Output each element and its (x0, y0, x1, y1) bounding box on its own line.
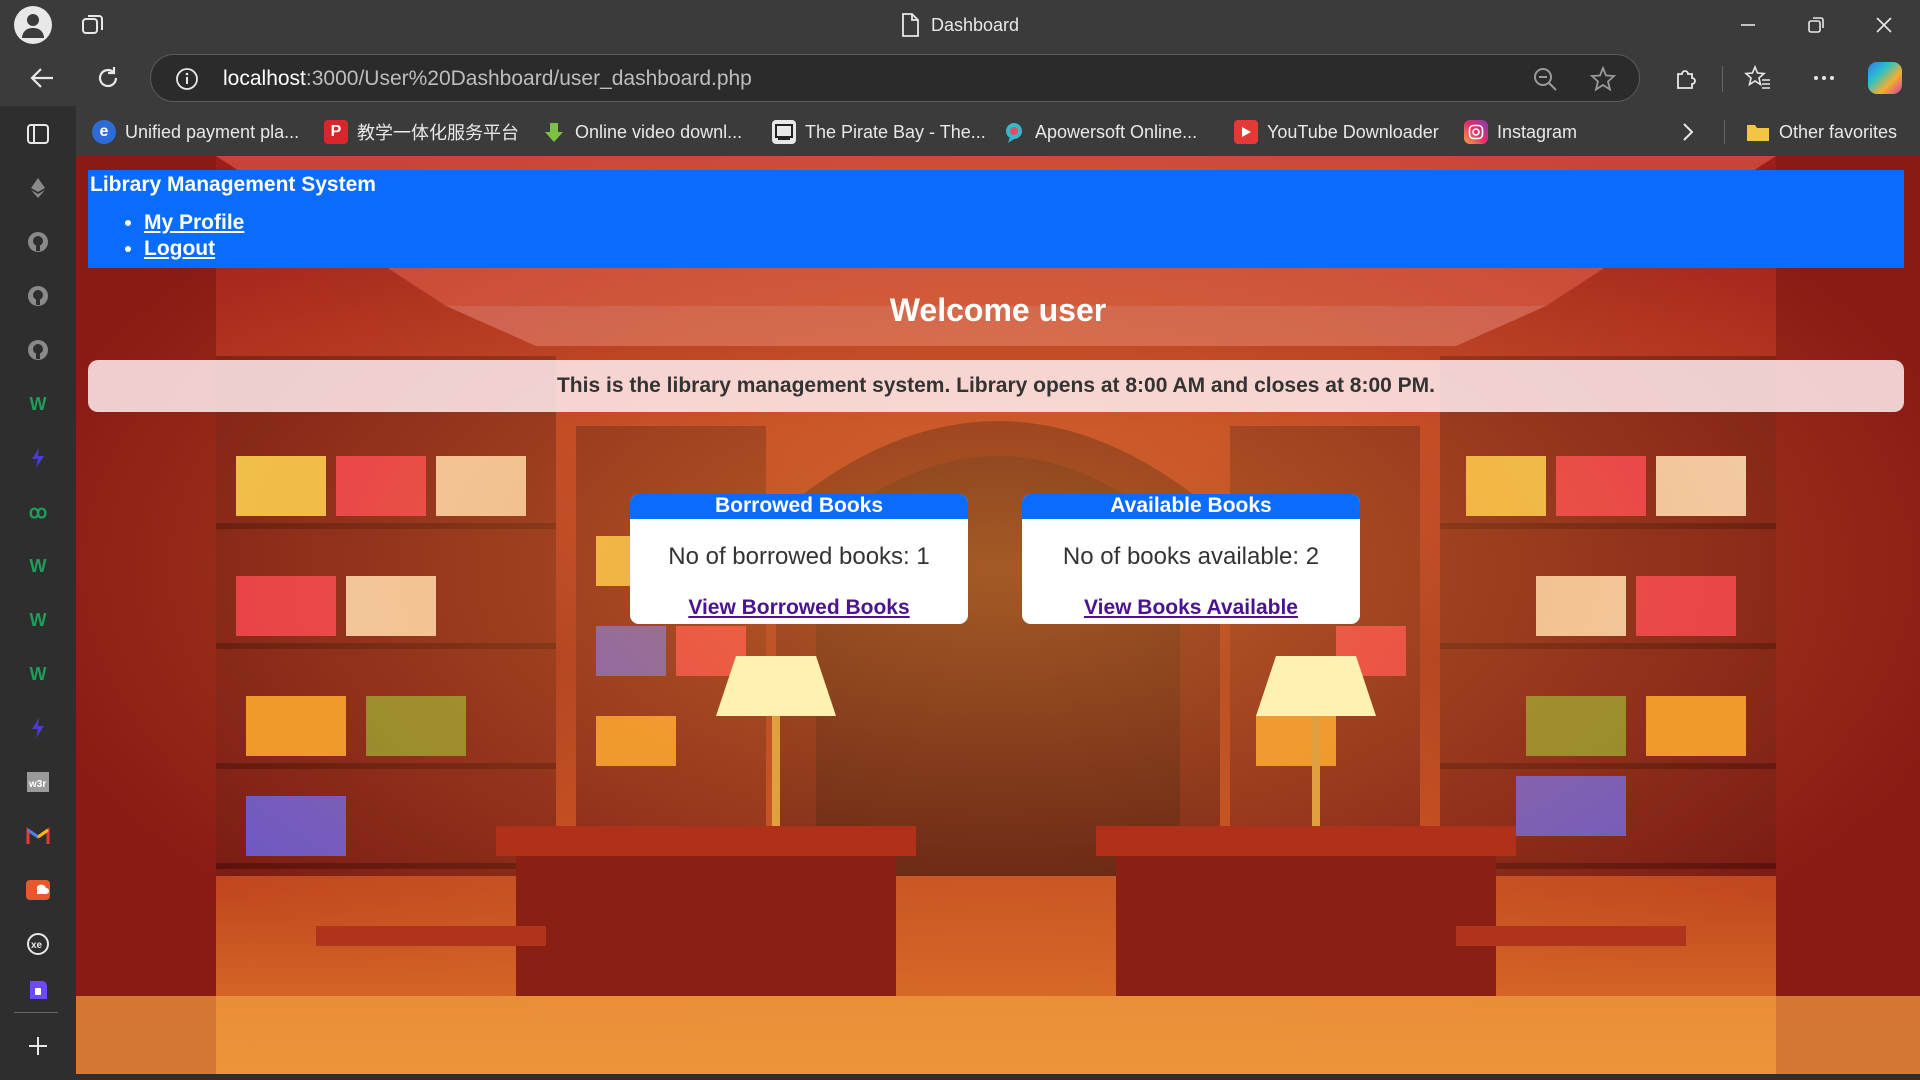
folder-icon (1746, 120, 1770, 144)
w-icon[interactable]: W (24, 606, 52, 634)
ethereum-icon[interactable] (24, 174, 52, 202)
pirate-ship-icon (772, 120, 796, 144)
card-title: Borrowed Books (630, 494, 968, 519)
proton-icon[interactable] (24, 976, 52, 1004)
minimize-button[interactable] (1720, 5, 1776, 45)
window-title: Dashboard (930, 14, 1020, 35)
zoom-icon[interactable] (1531, 65, 1559, 93)
library-info-text: This is the library management system. L… (556, 374, 1436, 397)
add-icon[interactable] (24, 1032, 52, 1060)
soundcloud-icon[interactable] (24, 876, 52, 904)
sidebar-divider (14, 1012, 58, 1013)
browser-sidebar: W ꝏ W W W w3r xe (0, 106, 76, 1080)
address-bar[interactable]: localhost:3000/User%20Dashboard/user_das… (150, 54, 1640, 102)
download-arrow-icon (542, 120, 566, 144)
copilot-icon[interactable] (1868, 62, 1902, 94)
favorite-label: YouTube Downloader (1267, 121, 1439, 142)
puzzle-icon (1677, 70, 1696, 89)
toolbar-divider (1722, 66, 1723, 92)
nav-item-profile: My Profile (144, 210, 244, 236)
favorite-link[interactable]: e Unified payment pla... (92, 118, 299, 146)
w3r-icon[interactable]: w3r (24, 768, 52, 796)
github-icon[interactable] (24, 282, 52, 310)
github-icon[interactable] (24, 228, 52, 256)
back-arrow-icon (30, 68, 53, 88)
borrowed-count-text: No of borrowed books: 1 (668, 543, 930, 570)
w-icon[interactable]: W (24, 660, 52, 688)
favorite-link[interactable]: P 教学一体化服务平台 (324, 118, 519, 146)
svg-text:xe: xe (31, 940, 43, 951)
favorites-button[interactable] (1740, 60, 1776, 96)
chevron-right-icon[interactable] (1676, 120, 1700, 144)
restore-button[interactable] (1788, 5, 1844, 45)
favorites-divider (1724, 120, 1725, 144)
nav-item-logout: Logout (144, 236, 244, 262)
view-books-available-link[interactable]: View Books Available (1084, 596, 1298, 620)
my-profile-link[interactable]: My Profile (144, 211, 244, 234)
url-text[interactable]: localhost:3000/User%20Dashboard/user_das… (223, 67, 752, 91)
view-borrowed-books-link[interactable]: View Borrowed Books (688, 596, 909, 620)
favorites-list-icon (1744, 64, 1770, 89)
lightning-icon[interactable] (24, 714, 52, 742)
site-title: Library Management System (90, 173, 376, 196)
logout-link[interactable]: Logout (144, 237, 215, 260)
document-icon (902, 13, 919, 37)
more-menu-button[interactable] (1806, 60, 1842, 96)
lightning-icon[interactable] (24, 444, 52, 472)
site-nav: My Profile Logout (144, 210, 244, 262)
restore-icon (1808, 17, 1824, 33)
p-icon: P (324, 120, 348, 144)
payment-icon: e (92, 120, 116, 144)
available-count-text: No of books available: 2 (1062, 543, 1320, 570)
favorite-link[interactable]: Apowersoft Online... (1002, 118, 1197, 146)
close-button[interactable] (1856, 5, 1912, 45)
xe-icon[interactable]: xe (24, 930, 52, 958)
page-viewport: Library Management System My Profile Log… (76, 156, 1920, 1074)
favorite-label: Online video downl... (575, 121, 743, 142)
extensions-button[interactable] (1668, 60, 1704, 96)
borrowed-books-card: Borrowed Books No of borrowed books: 1 V… (630, 494, 968, 624)
back-button[interactable] (22, 58, 62, 98)
other-favorites-label: Other favorites (1779, 121, 1898, 142)
w-icon[interactable]: W (24, 552, 52, 580)
favorite-label: Apowersoft Online... (1035, 121, 1198, 142)
site-header: Library Management System My Profile Log… (88, 170, 1904, 268)
chain-icon[interactable]: ꝏ (24, 498, 52, 526)
browser-toolbar: localhost:3000/User%20Dashboard/user_das… (0, 50, 1920, 106)
gmail-icon[interactable] (24, 822, 52, 850)
refresh-button[interactable] (88, 58, 128, 98)
github-icon[interactable] (24, 336, 52, 364)
ellipsis-icon (1814, 76, 1834, 80)
svg-text:w3r: w3r (28, 779, 46, 790)
favorites-bar: e Unified payment pla... P 教学一体化服务平台 Onl… (0, 106, 1920, 156)
favorite-link[interactable]: YouTube Downloader (1234, 118, 1439, 146)
card-title: Available Books (1022, 494, 1360, 519)
favorite-link[interactable]: Online video downl... (542, 118, 742, 146)
close-icon (1876, 17, 1892, 33)
window-bottom-edge (76, 1074, 1920, 1080)
refresh-icon (98, 67, 118, 88)
welcome-heading: Welcome user (889, 292, 1107, 328)
available-books-card: Available Books No of books available: 2… (1022, 494, 1360, 624)
url-path: :3000/User%20Dashboard/user_dashboard.ph… (305, 67, 752, 90)
favorite-star-icon[interactable] (1589, 65, 1617, 93)
favorite-label: Instagram (1497, 121, 1578, 142)
favorite-label: The Pirate Bay - The... (805, 121, 986, 142)
url-host: localhost (223, 67, 306, 90)
w-icon[interactable]: W (24, 390, 52, 418)
instagram-icon (1464, 120, 1488, 144)
favorite-label: 教学一体化服务平台 (357, 123, 519, 143)
sidebar-panel-icon[interactable] (24, 120, 52, 148)
site-info-icon[interactable] (175, 67, 199, 91)
favorite-link[interactable]: The Pirate Bay - The... (772, 118, 986, 146)
library-info-banner: This is the library management system. L… (88, 360, 1904, 412)
other-favorites-folder[interactable]: Other favorites (1746, 118, 1897, 146)
apowersoft-icon (1002, 120, 1026, 144)
minimize-icon (1741, 24, 1755, 26)
youtube-icon (1234, 120, 1258, 144)
browser-title-bar: Dashboard (0, 0, 1920, 50)
favorite-label: Unified payment pla... (125, 121, 300, 142)
favorite-link[interactable]: Instagram (1464, 118, 1577, 146)
